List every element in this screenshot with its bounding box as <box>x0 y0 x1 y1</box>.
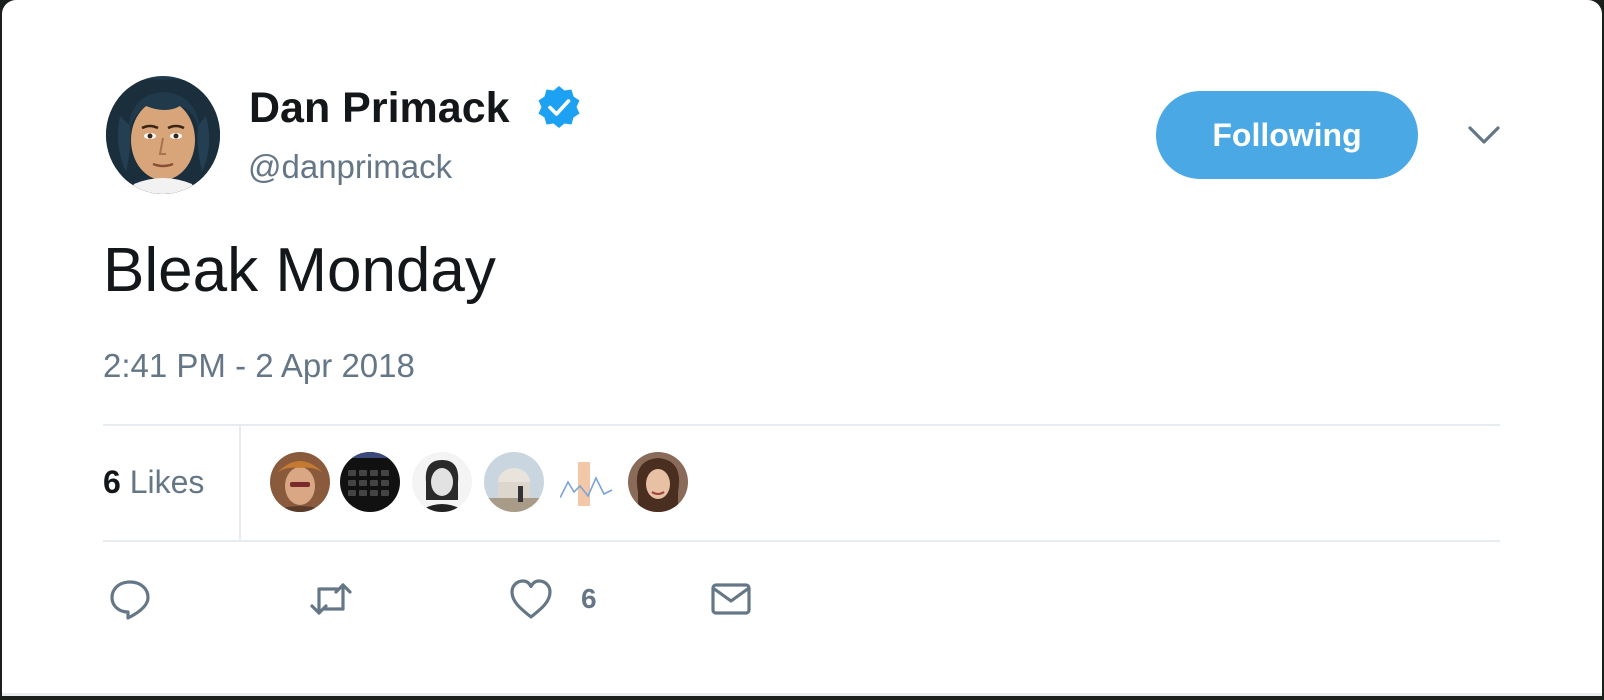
liker-avatar[interactable] <box>628 452 688 512</box>
stats-top-divider <box>103 424 1500 426</box>
tweet-text: Bleak Monday <box>103 236 496 305</box>
verified-badge-icon <box>538 86 580 128</box>
envelope-icon <box>711 583 751 615</box>
likes-label: Likes <box>129 464 205 500</box>
stats-vertical-divider <box>239 424 241 540</box>
likes-stat[interactable]: 6 Likes <box>103 461 204 503</box>
author-handle[interactable]: @danprimack <box>248 145 452 189</box>
like-count: 6 <box>581 583 597 614</box>
chevron-down-icon[interactable] <box>1462 118 1506 154</box>
direct-message-button[interactable] <box>709 576 753 622</box>
author-display-name[interactable]: Dan Primack <box>249 82 510 134</box>
liker-avatar[interactable] <box>556 452 616 512</box>
retweet-icon <box>310 583 352 615</box>
stats-bottom-divider <box>103 540 1500 542</box>
liker-avatar[interactable] <box>340 452 400 512</box>
liker-avatar[interactable] <box>412 452 472 512</box>
tweet-timestamp[interactable]: 2:41 PM - 2 Apr 2018 <box>103 344 415 388</box>
liker-avatar[interactable] <box>270 452 330 512</box>
heart-icon <box>510 579 552 619</box>
liker-avatar[interactable] <box>484 452 544 512</box>
following-button[interactable]: Following <box>1156 91 1418 179</box>
tweet-card: Dan Primack @danprimack Following Bleak … <box>2 0 1602 696</box>
like-button[interactable]: 6 <box>509 576 597 622</box>
retweet-button[interactable] <box>309 576 353 622</box>
reply-icon <box>110 580 150 620</box>
author-avatar[interactable] <box>106 76 220 194</box>
reply-button[interactable] <box>108 576 152 622</box>
likes-count: 6 <box>103 464 121 500</box>
